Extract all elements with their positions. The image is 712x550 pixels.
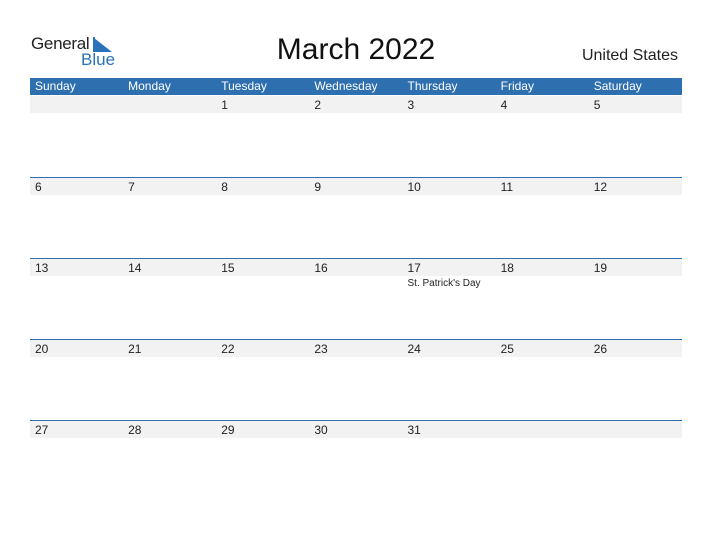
holiday-event: St. Patrick's Day bbox=[407, 278, 481, 289]
day-number-stripe: 1 2 3 4 5 bbox=[30, 96, 682, 113]
day-cell[interactable]: 4 bbox=[496, 96, 589, 113]
day-cell[interactable]: 15 bbox=[216, 259, 309, 276]
day-number: 16 bbox=[314, 261, 328, 275]
day-number: 22 bbox=[221, 342, 235, 356]
day-cell[interactable] bbox=[123, 96, 216, 113]
week-row: 13 14 15 16 17 St. Patrick's Day 18 19 bbox=[30, 258, 682, 340]
day-number: 18 bbox=[500, 261, 514, 275]
day-number: 23 bbox=[314, 342, 328, 356]
day-cell[interactable]: 9 bbox=[309, 178, 402, 195]
day-number: 17 bbox=[407, 261, 421, 275]
day-cell[interactable]: 6 bbox=[30, 178, 123, 195]
day-cell[interactable] bbox=[589, 421, 682, 438]
day-cell[interactable]: 14 bbox=[123, 259, 216, 276]
weekday-wednesday: Wednesday bbox=[314, 79, 378, 93]
day-number-stripe: 6 7 8 9 10 11 12 bbox=[30, 178, 682, 195]
day-number: 24 bbox=[407, 342, 421, 356]
day-cell[interactable]: 30 bbox=[309, 421, 402, 438]
day-number-stripe: 20 21 22 23 24 25 26 bbox=[30, 340, 682, 357]
day-cell[interactable]: 2 bbox=[309, 96, 402, 113]
day-number: 26 bbox=[593, 342, 608, 356]
day-cell[interactable]: 21 bbox=[123, 340, 216, 357]
day-cell[interactable]: 12 bbox=[589, 178, 682, 195]
day-number: 12 bbox=[593, 180, 608, 194]
weekday-monday: Monday bbox=[128, 79, 171, 93]
day-number: 25 bbox=[500, 342, 514, 356]
weekday-tuesday: Tuesday bbox=[221, 79, 267, 93]
day-number: 5 bbox=[593, 98, 601, 112]
day-number: 7 bbox=[128, 180, 135, 194]
weekday-saturday: Saturday bbox=[593, 79, 642, 93]
day-cell[interactable] bbox=[30, 96, 123, 113]
weekday-header: Sunday Monday Tuesday Wednesday Thursday… bbox=[30, 78, 682, 95]
day-number: 29 bbox=[221, 423, 235, 437]
day-number: 2 bbox=[314, 98, 322, 112]
day-number: 3 bbox=[407, 98, 415, 112]
day-cell[interactable]: 20 bbox=[30, 340, 123, 357]
day-cell[interactable]: 11 bbox=[496, 178, 589, 195]
day-cell[interactable]: 25 bbox=[496, 340, 589, 357]
day-cell[interactable]: 17 St. Patrick's Day bbox=[403, 259, 496, 289]
day-cell[interactable]: 22 bbox=[216, 340, 309, 357]
weekday-friday: Friday bbox=[500, 79, 534, 93]
day-number: 15 bbox=[221, 261, 235, 275]
day-cell[interactable]: 26 bbox=[589, 340, 682, 357]
day-number: 4 bbox=[500, 98, 508, 112]
week-row: 20 21 22 23 24 25 26 bbox=[30, 339, 682, 421]
day-number: 8 bbox=[221, 180, 228, 194]
day-number: 21 bbox=[128, 342, 142, 356]
day-cell[interactable]: 31 bbox=[403, 421, 496, 438]
weekday-sunday: Sunday bbox=[35, 79, 76, 93]
week-row: 6 7 8 9 10 11 12 bbox=[30, 177, 682, 259]
day-cell[interactable]: 28 bbox=[123, 421, 216, 438]
day-number: 9 bbox=[314, 180, 322, 194]
day-cell[interactable]: 8 bbox=[216, 178, 309, 195]
day-cell[interactable]: 23 bbox=[309, 340, 402, 357]
day-cell[interactable]: 27 bbox=[30, 421, 123, 438]
day-number: 1 bbox=[221, 98, 228, 112]
day-cell[interactable]: 10 bbox=[403, 178, 496, 195]
day-number: 27 bbox=[35, 423, 49, 437]
day-number: 11 bbox=[500, 180, 514, 194]
day-cell[interactable]: 18 bbox=[496, 259, 589, 276]
day-cell[interactable]: 19 bbox=[589, 259, 682, 276]
day-cell[interactable]: 1 bbox=[216, 96, 309, 113]
day-number: 31 bbox=[407, 423, 421, 437]
day-cell[interactable]: 7 bbox=[123, 178, 216, 195]
day-cell[interactable]: 5 bbox=[589, 96, 682, 113]
weekday-thursday: Thursday bbox=[407, 79, 458, 93]
day-number: 30 bbox=[314, 423, 328, 437]
day-number: 19 bbox=[593, 261, 608, 275]
week-row: 27 28 29 30 31 bbox=[30, 420, 682, 502]
week-row: 1 2 3 4 5 bbox=[30, 96, 682, 177]
day-number: 28 bbox=[128, 423, 142, 437]
day-number: 20 bbox=[35, 342, 49, 356]
day-cell[interactable]: 3 bbox=[403, 96, 496, 113]
day-cell[interactable]: 29 bbox=[216, 421, 309, 438]
day-number: 6 bbox=[35, 180, 42, 194]
day-number-stripe: 27 28 29 30 31 bbox=[30, 421, 682, 438]
day-cell[interactable]: 16 bbox=[309, 259, 402, 276]
day-cell[interactable]: 24 bbox=[403, 340, 496, 357]
day-cell[interactable] bbox=[496, 421, 589, 438]
country-label: United States bbox=[581, 47, 678, 64]
day-number: 14 bbox=[128, 261, 142, 275]
day-number: 13 bbox=[35, 261, 49, 275]
day-cell[interactable]: 13 bbox=[30, 259, 123, 276]
day-number-stripe: 13 14 15 16 17 St. Patrick's Day 18 19 bbox=[30, 259, 682, 289]
day-number: 10 bbox=[407, 180, 421, 194]
